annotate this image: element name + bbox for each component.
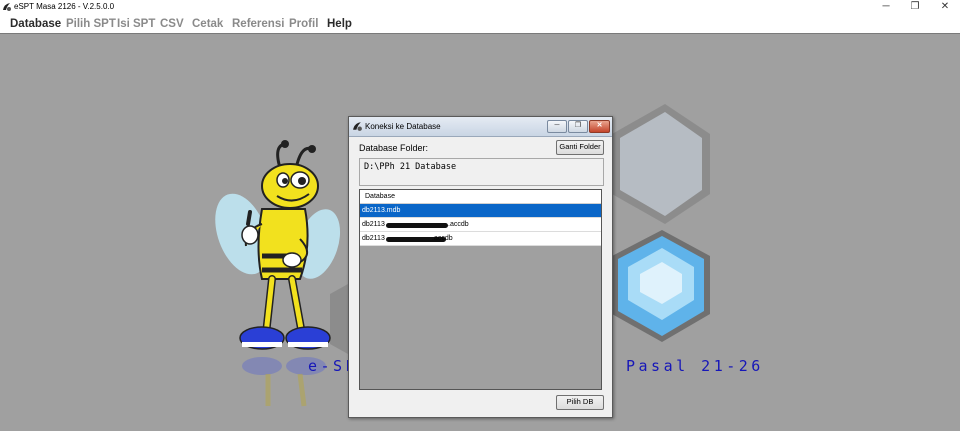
minimize-button[interactable]: ─ <box>871 0 901 15</box>
close-button[interactable]: ✕ <box>930 0 960 15</box>
menu-csv[interactable]: CSV <box>160 16 184 32</box>
database-column-label: Database <box>365 193 395 200</box>
database-connection-dialog: Koneksi ke Database ─ ❐ ✕ Database Folde… <box>348 116 613 418</box>
dialog-title: Koneksi ke Database <box>365 122 441 131</box>
hexagon-bottom <box>612 230 710 342</box>
menu-pilih-spt[interactable]: Pilih SPT <box>66 16 116 32</box>
menu-bar: Database Pilih SPT Isi SPT CSV Cetak Ref… <box>0 15 960 34</box>
maximize-button[interactable]: ❐ <box>900 0 930 15</box>
database-row-label: db2113.mdb <box>362 207 401 214</box>
database-folder-path: D:\PPh 21 Database <box>364 162 457 172</box>
dialog-minimize-button[interactable]: ─ <box>547 120 567 133</box>
title-bar: eSPT Masa 2126 - V.2.5.0.0 ─ ❐ ✕ <box>0 0 960 15</box>
menu-referensi[interactable]: Referensi <box>232 16 284 32</box>
database-row-label: db2113 <box>362 221 385 228</box>
splash-title-right: Pasal 21-26 <box>626 357 764 375</box>
hexagon-top <box>612 104 710 224</box>
database-column-header[interactable]: Database <box>360 190 601 204</box>
redaction-scribble <box>386 223 448 228</box>
menu-cetak[interactable]: Cetak <box>192 16 223 32</box>
menu-database[interactable]: Database <box>10 16 61 32</box>
database-row[interactable]: db2113 .accdb <box>360 218 601 232</box>
menu-isi-spt[interactable]: Isi SPT <box>117 16 155 32</box>
database-row-label: db2113 <box>362 235 385 242</box>
espt-app-icon <box>353 122 362 131</box>
database-row-suffix: .accdb <box>448 221 469 228</box>
menu-profil[interactable]: Profil <box>289 16 318 32</box>
dialog-title-bar[interactable]: Koneksi ke Database ─ ❐ ✕ <box>349 117 612 137</box>
menu-help[interactable]: Help <box>327 16 352 32</box>
database-row-suffix: .accdb <box>432 235 453 242</box>
database-list[interactable]: Database db2113.mdb db2113 .accdb db2113… <box>359 189 602 390</box>
dialog-maximize-button[interactable]: ❐ <box>568 120 588 133</box>
dialog-close-button[interactable]: ✕ <box>589 120 610 133</box>
pilih-db-button[interactable]: Pilih DB <box>556 395 604 410</box>
database-row[interactable]: db2113 .accdb <box>360 232 601 246</box>
espt-app-icon <box>3 3 11 11</box>
ganti-folder-button[interactable]: Ganti Folder <box>556 140 604 155</box>
window-title: eSPT Masa 2126 - V.2.5.0.0 <box>14 2 115 11</box>
database-row[interactable]: db2113.mdb <box>360 204 601 218</box>
database-folder-label: Database Folder: <box>359 143 429 153</box>
database-folder-field[interactable]: D:\PPh 21 Database <box>359 158 604 186</box>
